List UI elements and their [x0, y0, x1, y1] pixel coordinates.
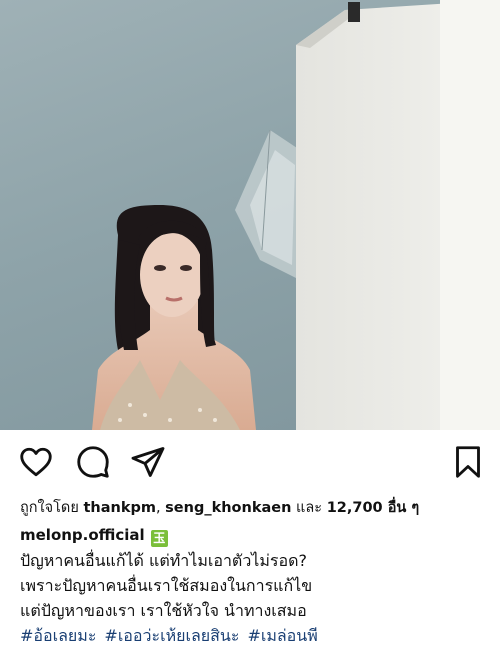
umbrella-light — [235, 129, 300, 280]
post-author: melonp.official 玉 — [20, 524, 168, 547]
heart-outline-icon — [20, 447, 52, 477]
post-photo[interactable] — [0, 0, 500, 430]
caption-line: ปัญหาคนอื่นแก้ได้ แต่ทำไมเอาตัวไม่รอด? — [20, 551, 307, 570]
bookmark-outline-icon — [456, 446, 480, 478]
likes-separator: , — [155, 500, 166, 516]
liker-username[interactable]: seng_khonkaen — [165, 500, 291, 516]
likes-prefix: ถูกใจโดย — [20, 500, 84, 516]
likes-summary[interactable]: ถูกใจโดย thankpm, seng_khonkaen และ 12,7… — [20, 497, 419, 519]
comment-bubble-icon — [77, 446, 109, 478]
caption-line: เพราะปัญหาคนอื่นเราใช้สมองในการแก้ไข — [20, 576, 313, 595]
action-bar — [0, 430, 500, 492]
save-button[interactable] — [450, 444, 486, 480]
comment-button[interactable] — [75, 444, 111, 480]
hashtag-link[interactable]: #เมล่อนพี — [247, 626, 317, 645]
hashtag-link[interactable]: #เออว่ะเห้ยเลยสินะ — [104, 626, 239, 645]
paper-plane-icon — [131, 447, 165, 477]
share-button[interactable] — [130, 444, 166, 480]
author-username[interactable]: melonp.official — [20, 526, 145, 544]
likes-count[interactable]: 12,700 อื่น ๆ — [327, 500, 419, 516]
liker-username[interactable]: thankpm — [83, 500, 156, 516]
hashtags: #อ้อเลยมะ #เออว่ะเห้ยเลยสินะ #เมล่อนพี — [20, 624, 326, 648]
hashtag-link[interactable]: #อ้อเลยมะ — [20, 626, 96, 645]
jade-emoji: 玉 — [150, 530, 168, 547]
likes-middle: และ — [291, 500, 327, 516]
like-button[interactable] — [18, 444, 54, 480]
post-image — [92, 0, 500, 430]
caption-line: แต่ปัญหาของเรา เราใช้หัวใจ นำทางเสมอ — [20, 601, 307, 620]
